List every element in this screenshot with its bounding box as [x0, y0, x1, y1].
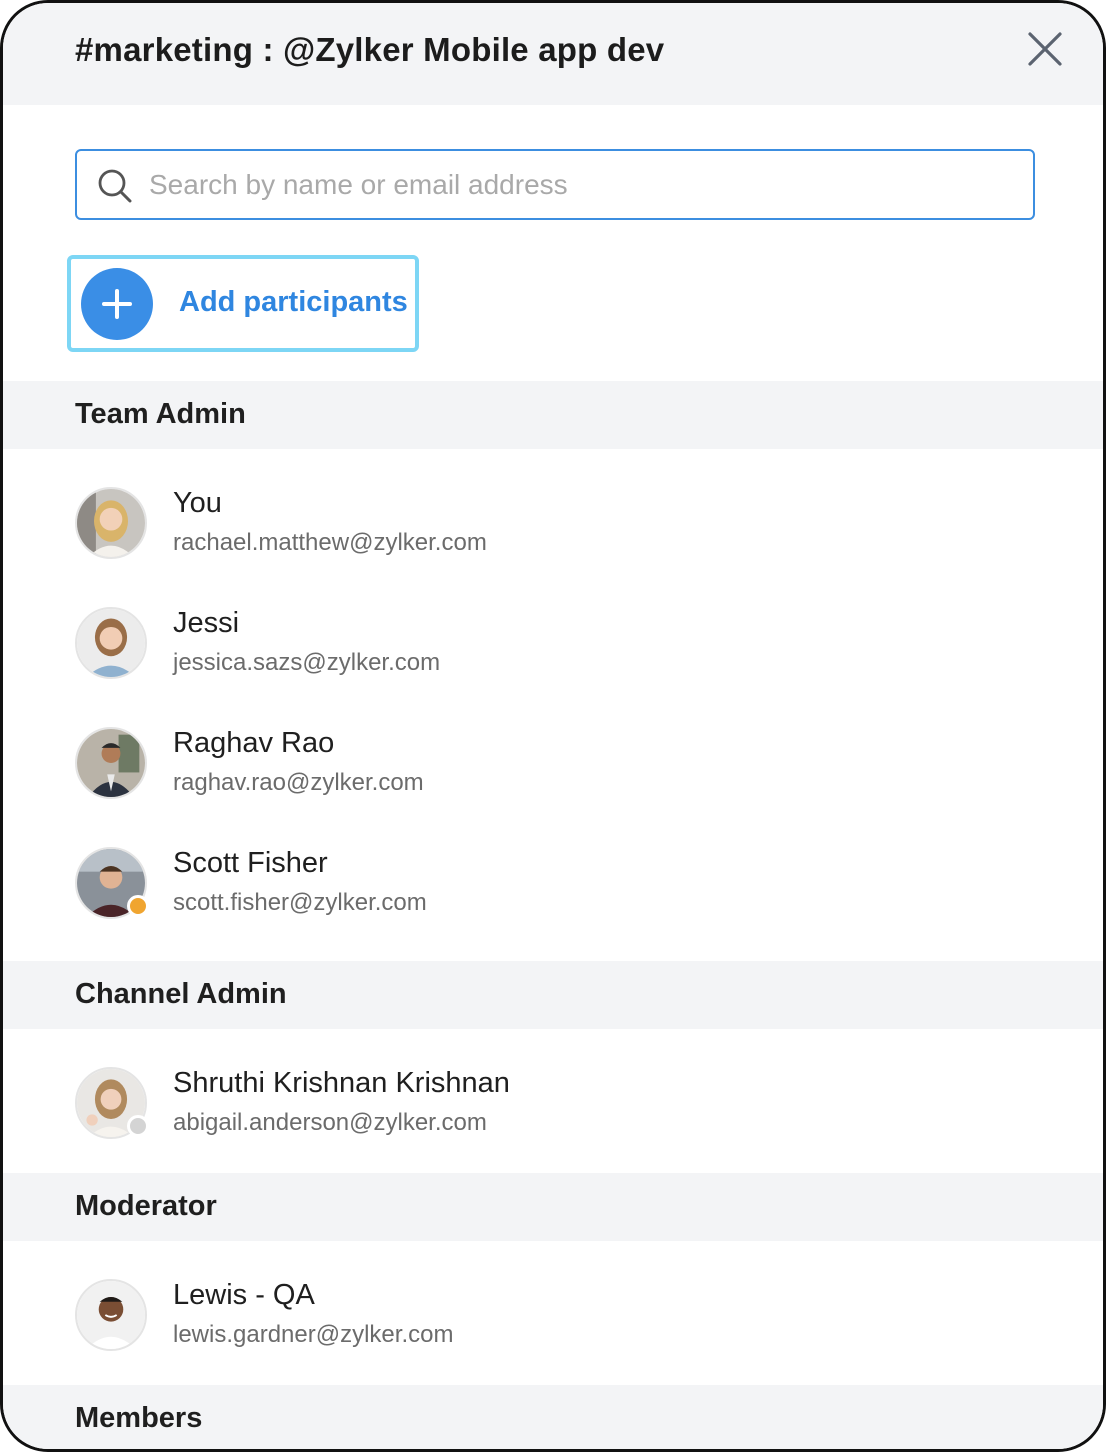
- search-input[interactable]: [149, 151, 1009, 218]
- participant-row[interactable]: Raghav Rao raghav.rao@zylker.com: [3, 727, 1103, 847]
- add-participants-button[interactable]: Add participants: [67, 255, 419, 352]
- participant-name: Shruthi Krishnan Krishnan: [173, 1067, 510, 1099]
- participant-row[interactable]: Lewis - QA lewis.gardner@zylker.com: [3, 1279, 1103, 1399]
- avatar: [75, 727, 147, 799]
- panel-header: #marketing : @Zylker Mobile app dev: [3, 3, 1103, 105]
- section-header-channel-admin: Channel Admin: [3, 961, 1103, 1029]
- participant-name: Raghav Rao: [173, 727, 335, 759]
- section-title: Members: [75, 1402, 203, 1434]
- search-icon: [97, 168, 133, 204]
- away-status-dot: [127, 895, 149, 917]
- search-box: [75, 149, 1035, 220]
- section-title: Channel Admin: [75, 978, 287, 1010]
- participant-row[interactable]: You rachael.matthew@zylker.com: [3, 487, 1103, 607]
- offline-status-dot: [127, 1115, 149, 1137]
- participant-row[interactable]: Scott Fisher scott.fisher@zylker.com: [3, 847, 1103, 967]
- participant-name: You: [173, 487, 222, 519]
- avatar: [75, 607, 147, 679]
- plus-icon: [81, 268, 153, 340]
- participant-email: jessica.sazs@zylker.com: [173, 649, 441, 676]
- participant-email: raghav.rao@zylker.com: [173, 769, 424, 796]
- participant-name: Scott Fisher: [173, 847, 328, 879]
- section-title: Team Admin: [75, 398, 246, 430]
- avatar: [75, 1279, 147, 1351]
- panel-title: #marketing : @Zylker Mobile app dev: [75, 31, 665, 68]
- participant-email: abigail.anderson@zylker.com: [173, 1109, 487, 1136]
- participant-row[interactable]: Shruthi Krishnan Krishnan abigail.anders…: [3, 1067, 1103, 1187]
- participants-panel: #marketing : @Zylker Mobile app dev Add …: [0, 0, 1106, 1452]
- section-title: Moderator: [75, 1190, 217, 1222]
- participant-name: Lewis - QA: [173, 1279, 315, 1311]
- add-participants-label: Add participants: [179, 286, 408, 318]
- section-header-team-admin: Team Admin: [3, 381, 1103, 449]
- avatar: [75, 487, 147, 559]
- participant-email: scott.fisher@zylker.com: [173, 889, 427, 916]
- participant-name: Jessi: [173, 607, 240, 639]
- participant-email: lewis.gardner@zylker.com: [173, 1321, 454, 1348]
- close-icon[interactable]: [1025, 29, 1065, 69]
- section-header-moderator: Moderator: [3, 1173, 1103, 1241]
- participant-email: rachael.matthew@zylker.com: [173, 529, 487, 556]
- participant-row[interactable]: Jessi jessica.sazs@zylker.com: [3, 607, 1103, 727]
- section-header-members: Members: [3, 1385, 1103, 1449]
